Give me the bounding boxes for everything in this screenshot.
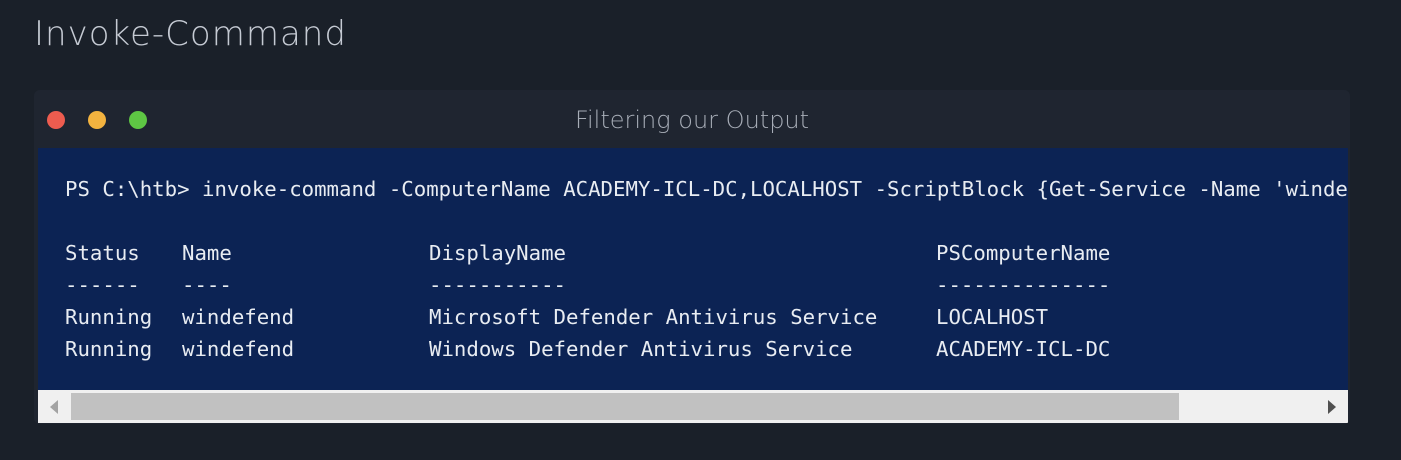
separator-displayname: ----------- — [429, 273, 567, 297]
terminal-window: Filtering our Output PS C:\htb> invoke-c… — [34, 90, 1350, 424]
cell-displayname: Windows Defender Antivirus Service — [429, 337, 853, 361]
chevron-left-icon[interactable] — [50, 400, 58, 414]
window-titlebar: Filtering our Output — [34, 90, 1350, 148]
table-row: Running windefend Windows Defender Antiv… — [65, 337, 1110, 390]
cell-status: Running — [65, 337, 153, 361]
separator-pscomputername: -------------- — [936, 273, 1111, 297]
cell-name: windefend — [182, 337, 295, 361]
horizontal-scrollbar[interactable] — [38, 390, 1348, 423]
terminal-output[interactable]: PS C:\htb> invoke-command -ComputerName … — [38, 148, 1348, 390]
header-name: Name — [182, 241, 232, 265]
cell-pscomputername: LOCALHOST — [936, 305, 1049, 329]
cell-displayname: Microsoft Defender Antivirus Service — [429, 305, 878, 329]
cell-status: Running — [65, 305, 153, 329]
header-pscomputername: PSComputerName — [936, 241, 1111, 265]
page-heading: Invoke-Command — [34, 14, 347, 54]
separator-status: ------ — [65, 273, 140, 297]
separator-name: ---- — [182, 273, 232, 297]
scrollbar-thumb[interactable] — [71, 393, 1179, 420]
command-line: PS C:\htb> invoke-command -ComputerName … — [65, 177, 1348, 201]
chevron-right-icon[interactable] — [1328, 400, 1336, 414]
header-displayname: DisplayName — [429, 241, 567, 265]
cell-name: windefend — [182, 305, 295, 329]
header-status: Status — [65, 241, 140, 265]
cell-pscomputername: ACADEMY-ICL-DC — [936, 337, 1111, 361]
window-title: Filtering our Output — [574, 106, 810, 134]
